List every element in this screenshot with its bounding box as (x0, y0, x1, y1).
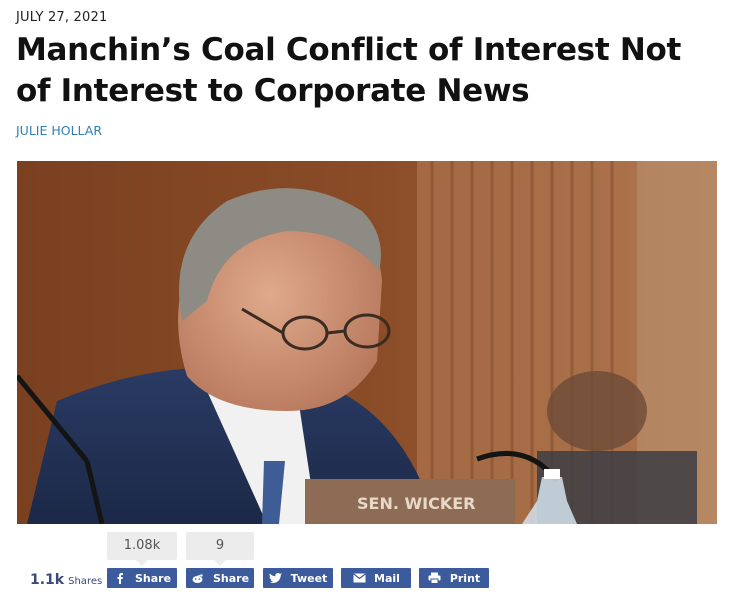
mail-share-label: Mail (374, 571, 400, 585)
article-date: JULY 27, 2021 (16, 10, 108, 25)
share-bar: 1.08k 9 1.1k Shares Share Share Tweet Ma… (0, 532, 737, 592)
twitter-icon (269, 571, 283, 585)
mail-share-button[interactable]: Mail (341, 568, 411, 588)
twitter-share-button[interactable]: Tweet (263, 568, 333, 588)
facebook-icon (113, 571, 127, 585)
reddit-share-button[interactable]: Share (186, 568, 254, 588)
author-link[interactable]: JULIE HOLLAR (16, 123, 102, 138)
article-headline[interactable]: Manchin’s Coal Conflict of Interest Not … (16, 30, 716, 112)
facebook-share-button[interactable]: Share (107, 568, 177, 588)
total-shares-count: 1.1k (30, 572, 65, 588)
mail-icon (352, 571, 366, 585)
total-shares-label: Shares (68, 576, 103, 587)
twitter-share-label: Tweet (290, 571, 328, 585)
article-featured-photo: SEN. WICKER (17, 161, 717, 524)
reddit-icon (191, 571, 205, 585)
nameplate-text: SEN. WICKER (357, 494, 475, 513)
print-button[interactable]: Print (419, 568, 489, 588)
print-label: Print (449, 571, 481, 585)
facebook-share-label: Share (134, 571, 172, 585)
reddit-share-label: Share (212, 571, 250, 585)
total-shares: 1.1k Shares (30, 572, 102, 588)
print-icon (428, 571, 442, 585)
reddit-share-count: 9 (186, 532, 254, 566)
facebook-share-count: 1.08k (107, 532, 177, 566)
